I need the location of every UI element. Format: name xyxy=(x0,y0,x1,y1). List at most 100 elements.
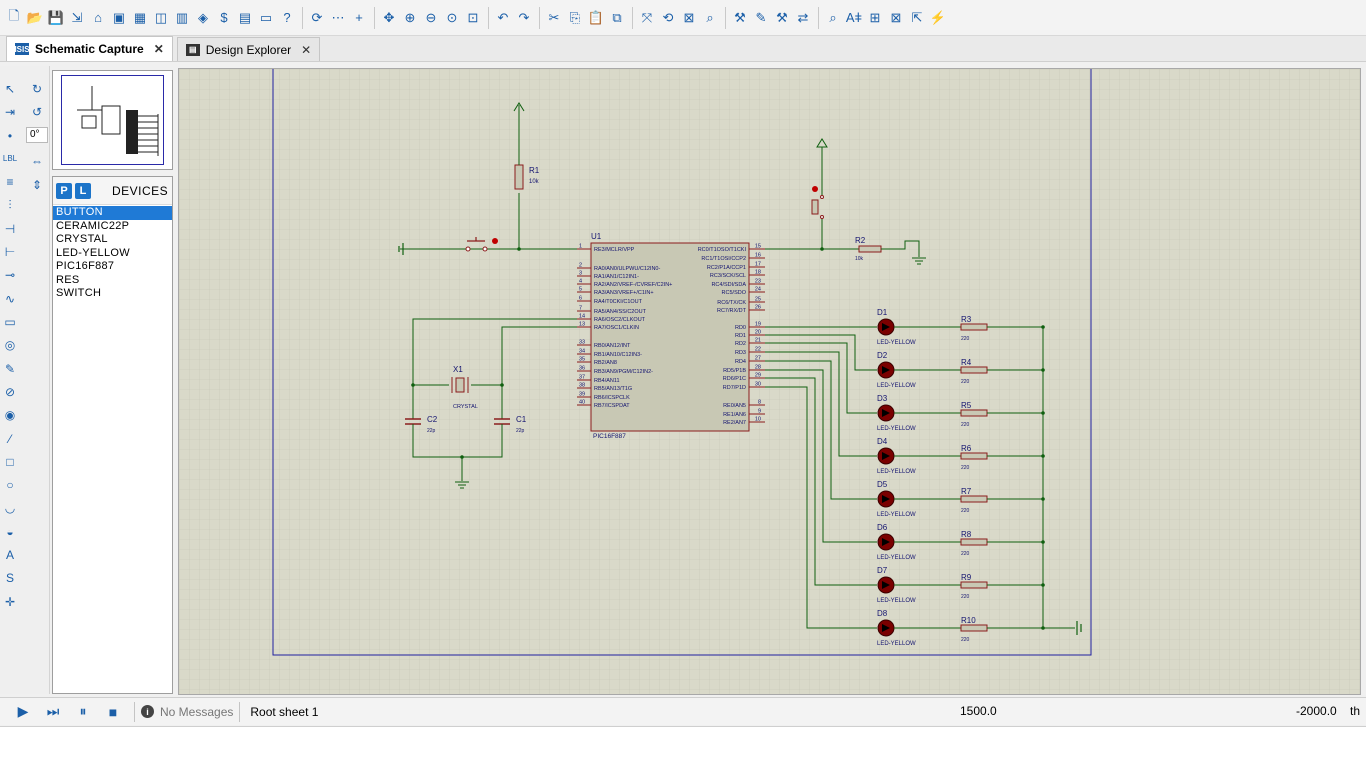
pcb-icon[interactable]: ▦ xyxy=(130,7,150,29)
block-copy-icon[interactable]: ⧉ xyxy=(607,7,627,29)
resistor-body xyxy=(960,366,988,374)
undo-icon[interactable]: ↶ xyxy=(493,7,513,29)
block-rotate-icon[interactable]: ⟲ xyxy=(658,7,678,29)
open-folder-icon[interactable]: 📂 xyxy=(25,7,45,29)
pin-number: 26 xyxy=(755,305,761,311)
text-script-icon[interactable]: ≡ xyxy=(1,173,19,191)
tab-schematic-capture[interactable]: ISIS Schematic Capture ✕ xyxy=(6,36,173,61)
device-item[interactable]: SWITCH xyxy=(53,287,172,301)
resistor-body xyxy=(960,581,988,589)
paste-icon[interactable]: 📋 xyxy=(586,7,606,29)
device-item[interactable]: PIC16F887 xyxy=(53,260,172,274)
schematic-icon[interactable]: ▣ xyxy=(109,7,129,29)
search-icon[interactable]: ⌕ xyxy=(823,7,843,29)
exit-parent-icon[interactable]: ⇱ xyxy=(907,7,927,29)
mirror-y-icon[interactable]: ⇕ xyxy=(28,176,46,194)
device-pins-icon[interactable]: ⊸ xyxy=(1,266,19,284)
cut-icon[interactable]: ✂ xyxy=(544,7,564,29)
current-probe-icon[interactable]: ⊘ xyxy=(1,383,19,401)
rotate-anticlockwise-icon[interactable]: ↺ xyxy=(28,103,46,121)
electrical-rule-check-icon[interactable]: ⚡ xyxy=(928,7,948,29)
symbol-icon[interactable]: S xyxy=(1,569,19,587)
copy-icon[interactable]: ⎘ xyxy=(565,7,585,29)
bom-icon[interactable]: $ xyxy=(214,7,234,29)
line-icon[interactable]: ⁄ xyxy=(1,430,19,448)
tape-recorder-icon[interactable]: ▭ xyxy=(1,313,19,331)
redo-icon[interactable]: ↷ xyxy=(514,7,534,29)
pin-name: RA7/OSC1/CLKIN xyxy=(594,325,639,331)
source-code-icon[interactable]: ▤ xyxy=(235,7,255,29)
generators-icon[interactable]: ◎ xyxy=(1,336,19,354)
packaging-icon[interactable]: ✎ xyxy=(751,7,771,29)
library-icon[interactable]: ▥ xyxy=(172,7,192,29)
home-icon[interactable]: ⌂ xyxy=(88,7,108,29)
toolbar-divider xyxy=(725,6,726,29)
play-icon[interactable]: ▶ xyxy=(8,700,38,724)
remove-sheet-icon[interactable]: ⊠ xyxy=(886,7,906,29)
message-status[interactable]: No Messages xyxy=(160,705,233,719)
step-icon[interactable]: ⏭ xyxy=(38,700,68,724)
close-icon[interactable]: ✕ xyxy=(154,42,164,56)
path-icon[interactable]: ◒ xyxy=(1,523,19,541)
pick-devices-button[interactable]: P xyxy=(56,182,72,199)
new-sheet-icon[interactable]: ⊞ xyxy=(865,7,885,29)
schematic-drawing[interactable]: U1 PIC16F887 1 RE3/MCLR/VPP 2 RA0/AN0/ULPWU/C… xyxy=(179,69,1360,694)
box-icon[interactable]: □ xyxy=(1,453,19,471)
circle-icon[interactable]: ○ xyxy=(1,476,19,494)
voltage-probe-icon[interactable]: ✎ xyxy=(1,360,19,378)
selection-icon[interactable]: ↖ xyxy=(1,80,19,98)
pan-icon[interactable]: ✥ xyxy=(379,7,399,29)
y-coordinate: -2000.0 xyxy=(1296,704,1337,718)
new-file-icon[interactable]: 🗋 xyxy=(4,7,24,29)
zoom-in-icon[interactable]: ⊕ xyxy=(400,7,420,29)
zoom-out-icon[interactable]: ⊖ xyxy=(421,7,441,29)
stop-icon[interactable]: ■ xyxy=(98,700,128,724)
help-icon[interactable]: ? xyxy=(277,7,297,29)
buses-icon[interactable]: ⫶ xyxy=(1,197,19,215)
overview-frame xyxy=(61,75,164,165)
wire-label-icon[interactable]: LBL xyxy=(1,150,19,168)
device-item[interactable]: CERAMIC22P xyxy=(53,220,172,234)
marker-icon[interactable]: ✛ xyxy=(1,593,19,611)
library-manager-button[interactable]: L xyxy=(75,182,91,199)
save-icon[interactable]: 💾 xyxy=(46,7,66,29)
pick-device-icon[interactable]: ⌕ xyxy=(700,7,720,29)
rotation-input[interactable]: 0° xyxy=(26,127,48,143)
refresh-icon[interactable]: ⟳ xyxy=(307,7,327,29)
virtual-instruments-icon[interactable]: ◉ xyxy=(1,406,19,424)
design-report-icon[interactable]: ▭ xyxy=(256,7,276,29)
pin-name: RD5/P1B xyxy=(723,368,746,374)
rotate-clockwise-icon[interactable]: ↻ xyxy=(28,80,46,98)
junction-icon[interactable]: • xyxy=(1,127,19,145)
zoom-area-icon[interactable]: ⊡ xyxy=(463,7,483,29)
text-icon[interactable]: A xyxy=(1,546,19,564)
block-move-icon[interactable]: ⤧ xyxy=(637,7,657,29)
terminals-icon[interactable]: ⊢ xyxy=(1,243,19,261)
decompose-icon[interactable]: ⚒ xyxy=(772,7,792,29)
device-item[interactable]: LED-YELLOW xyxy=(53,247,172,261)
wire-autorouter-icon[interactable]: ⇄ xyxy=(793,7,813,29)
component-icon[interactable]: ◈ xyxy=(193,7,213,29)
component-icon[interactable]: ⇥ xyxy=(1,103,19,121)
subcircuit-icon[interactable]: ⊣ xyxy=(1,220,19,238)
device-item[interactable]: BUTTON xyxy=(53,206,172,220)
import-icon[interactable]: ⇲ xyxy=(67,7,87,29)
origin-icon[interactable]: + xyxy=(349,7,369,29)
mirror-x-icon[interactable]: ⇔ xyxy=(28,152,46,170)
device-item[interactable]: CRYSTAL xyxy=(53,233,172,247)
arc-icon[interactable]: ◡ xyxy=(1,499,19,517)
close-icon[interactable]: ✕ xyxy=(301,43,311,57)
gerber-icon[interactable]: ◫ xyxy=(151,7,171,29)
block-delete-icon[interactable]: ⊠ xyxy=(679,7,699,29)
property-assignment-icon[interactable]: Aǂ xyxy=(844,7,864,29)
tab-design-explorer[interactable]: ▤ Design Explorer ✕ xyxy=(176,37,321,61)
graph-icon[interactable]: ∿ xyxy=(1,290,19,308)
grid-icon[interactable]: ⋯ xyxy=(328,7,348,29)
zoom-all-icon[interactable]: ⊙ xyxy=(442,7,462,29)
bottom-pane xyxy=(0,726,1366,768)
make-device-icon[interactable]: ⚒ xyxy=(730,7,750,29)
device-item[interactable]: RES xyxy=(53,274,172,288)
schematic-canvas[interactable]: U1 PIC16F887 1 RE3/MCLR/VPP 2 RA0/AN0/ULPWU/C… xyxy=(178,68,1361,695)
pause-icon[interactable]: ⏸ xyxy=(68,700,98,724)
overview-window[interactable] xyxy=(52,70,173,170)
